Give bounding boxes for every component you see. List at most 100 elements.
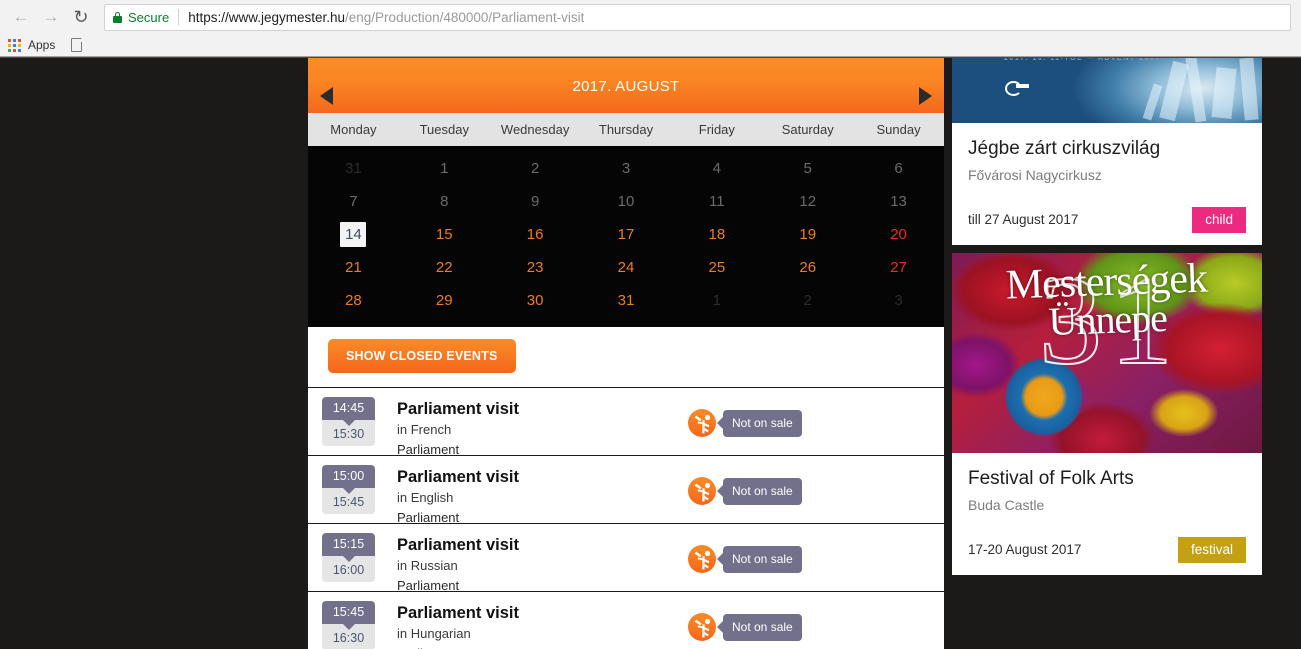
calendar-day-cell[interactable]: 10 [581,185,672,218]
back-arrow-icon[interactable]: ← [6,2,36,32]
calendar-day-number: 10 [617,193,635,210]
event-title[interactable]: Parliament visit [397,398,519,420]
event-language: in Hungarian [397,626,471,642]
promo-card[interactable]: 2017. 10. 11-TŐL — ADVENT 2017. Jégbe zá… [952,58,1262,245]
calendar-day-cell[interactable]: 19 [762,218,853,251]
calendar-day-number: 19 [799,226,817,243]
event-start-time: 14:45 [322,397,375,426]
apps-bookmark-label[interactable]: Apps [28,38,55,52]
runner-icon [688,613,716,641]
calendar-date-grid[interactable]: 31 1 2 3 4 5 6 7 8 9 10 11 12 13 14 15 16 17 18 19 20 21 22 23 2… [308,146,944,327]
runner-icon [688,409,716,437]
event-start-time: 15:00 [322,465,375,494]
calendar-day-cell[interactable]: 25 [671,251,762,284]
event-row[interactable]: 15:00 15:45 Parliament visit in English Parl… [308,456,944,525]
calendar-day-cell[interactable]: 3 [581,152,672,185]
event-row[interactable]: 15:4516:30Parliament visitin HungarianPa… [308,592,944,649]
calendar-title: 2017. AUGUST [572,78,680,95]
calendar-day-cell[interactable]: 29 [399,284,490,317]
event-row[interactable]: 15:15 16:00 Parliament visit in Russian Parl… [308,524,944,595]
event-row[interactable]: 14:45 15:30 Parliament visit in French Parli… [308,388,944,459]
calendar-day-number: 20 [890,226,907,243]
calendar-day-cell[interactable]: 8 [399,185,490,218]
calendar-day-cell[interactable]: 30 [490,284,581,317]
calendar-day-cell[interactable]: 27 [853,251,944,284]
event-toolbar: SHOW CLOSED EVENTS [308,327,944,388]
status-badge: Not on sale [717,477,802,505]
calendar-day-cell[interactable]: 1 [399,152,490,185]
forward-arrow-icon[interactable]: → [36,2,66,32]
show-closed-events-button[interactable]: SHOW CLOSED EVENTS [328,339,516,373]
event-title[interactable]: Parliament visit [397,466,519,488]
page-document-icon[interactable] [71,38,83,52]
calendar-day-cell[interactable]: 21 [308,251,399,284]
calendar-day-number: 2 [803,292,812,309]
address-bar[interactable]: Secure https://www.jegymester.hu/eng/Pro… [104,3,1291,31]
main-content-panel: 2017. AUGUST Monday Tuesday Wednesday Thurs… [308,58,944,649]
event-language: in English [397,490,454,506]
calendar-weekday-sunday: Sunday [876,122,921,137]
calendar-day-number: 17 [617,226,635,243]
event-language: in Russian [397,558,458,574]
promo-image-folk-festival: 31 Mesterségek Ünnepe [952,252,1262,453]
calendar-day-cell: 2 [762,284,853,317]
calendar-day-cell[interactable]: 23 [490,251,581,284]
promo-image-ice-circus: 2017. 10. 11-TŐL — ADVENT 2017. [952,58,1262,123]
calendar-header: 2017. AUGUST [308,58,944,113]
calendar-day-cell[interactable]: 9 [490,185,581,218]
promo-card-tag[interactable]: festival [1177,536,1246,563]
calendar-day-cell[interactable]: 15 [399,218,490,251]
promo-card-venue: Fővárosi Nagycirkusz [968,166,1102,183]
calendar-day-number: 30 [526,292,544,309]
calendar-day-cell[interactable]: 14 [308,218,399,251]
calendar-day-cell[interactable]: 18 [671,218,762,251]
event-title[interactable]: Parliament visit [397,602,519,624]
event-title[interactable]: Parliament visit [397,534,519,556]
promo-card-body: Jégbe zárt cirkuszvilág Fővárosi Nagycir… [952,123,1262,245]
promo-card-tag[interactable]: child [1192,206,1246,233]
promo-card-title: Jégbe zárt cirkuszvilág [968,138,1161,159]
calendar-day-cell[interactable]: 11 [671,185,762,218]
calendar-day-cell[interactable]: 26 [762,251,853,284]
calendar-day-cell[interactable]: 31 [581,284,672,317]
event-venue: Parliament [397,644,519,649]
event-info: Parliament visit in Russian Parliament [397,533,519,595]
reload-icon[interactable]: ↻ [66,2,96,32]
calendar-day-cell[interactable]: 5 [762,152,853,185]
calendar-day-number: 26 [799,259,817,276]
calendar-day-cell[interactable]: 4 [671,152,762,185]
calendar-day-cell: 31 [308,152,399,185]
event-language: in French [397,422,452,438]
calendar-day-cell[interactable]: 7 [308,185,399,218]
calendar-day-number: 3 [621,160,631,177]
calendar-day-cell[interactable]: 28 [308,284,399,317]
promo-card[interactable]: 31 Mesterségek Ünnepe Festival of Folk A… [952,252,1262,575]
status-badge: Not on sale [717,545,802,573]
calendar-day-number: 28 [345,292,362,309]
calendar-weekday-header: Monday Tuesday Wednesday Thursday Friday Satu… [308,113,944,146]
url-path: /eng/Production/480000/Parliament-visit [345,9,585,25]
calendar-weekday-tuesday: Tuesday [419,122,469,137]
calendar-day-cell[interactable]: 17 [581,218,672,251]
event-start-time: 15:45 [322,601,375,630]
calendar-day-cell[interactable]: 22 [399,251,490,284]
calendar-day-number: 18 [708,226,726,243]
calendar-day-cell[interactable]: 16 [490,218,581,251]
calendar-day-cell[interactable]: 20 [853,218,944,251]
calendar-day-cell[interactable]: 24 [581,251,672,284]
calendar-day-number: 23 [526,259,544,276]
calendar-next-month-icon[interactable] [919,87,932,105]
calendar-day-cell: 3 [853,284,944,317]
event-info: Parliament visit in Hungarian Parliament [397,601,519,649]
calendar-day-cell[interactable]: 2 [490,152,581,185]
event-time-badge: 15:00 15:45 [322,465,375,514]
calendar-weekday-monday: Monday [330,122,377,137]
event-list: 14:45 15:30 Parliament visit in French Parli… [308,388,944,649]
event-info: Parliament visit in French Parliament [397,397,519,459]
calendar-day-cell: 1 [671,284,762,317]
apps-grid-icon[interactable] [8,38,21,52]
calendar-day-cell[interactable]: 6 [853,152,944,185]
omnibox-divider [178,9,180,25]
calendar-day-cell[interactable]: 13 [853,185,944,218]
calendar-day-cell[interactable]: 12 [762,185,853,218]
